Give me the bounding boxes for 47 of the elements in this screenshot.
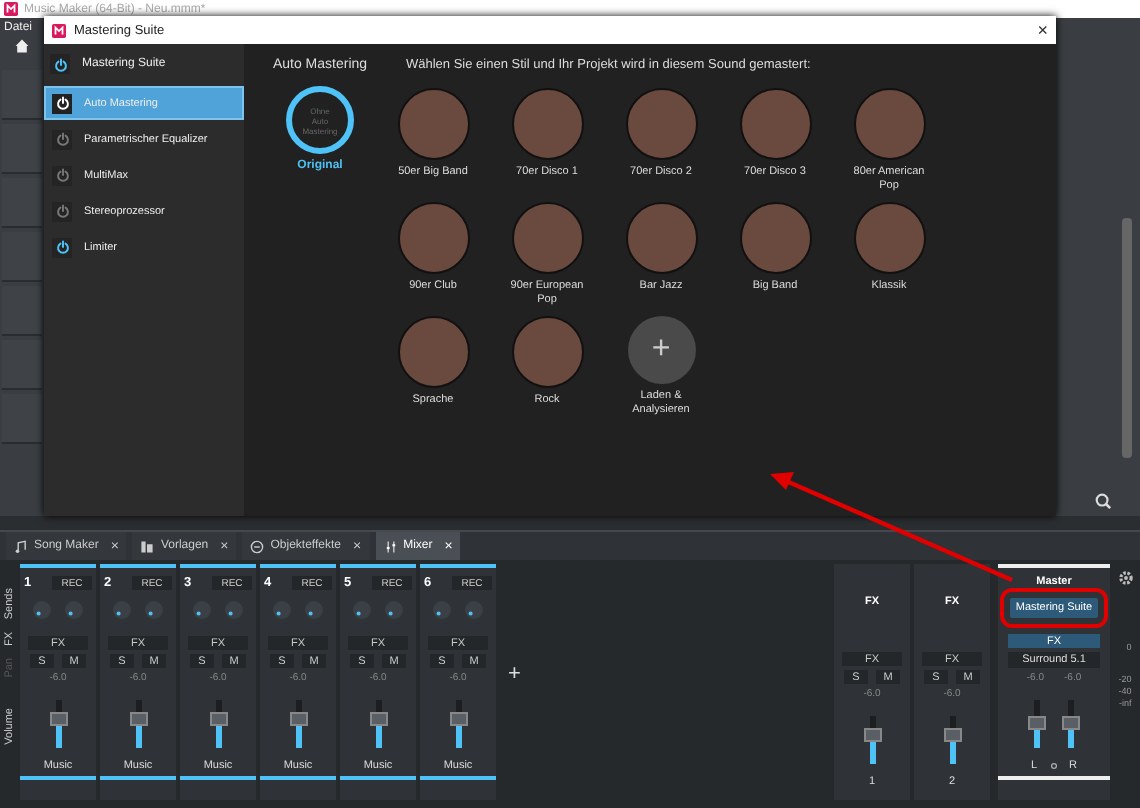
send-knob-icon[interactable] (384, 600, 404, 620)
photo-placeholder[interactable] (625, 88, 697, 160)
send-knob-icon[interactable] (144, 600, 164, 620)
photo-placeholder[interactable] (511, 316, 583, 388)
fader-handle[interactable] (49, 711, 67, 726)
photo-placeholder[interactable] (397, 316, 469, 388)
close-button[interactable]: × (1037, 20, 1048, 40)
send-knob-icon[interactable] (352, 600, 372, 620)
add-channel-button[interactable]: + (508, 662, 521, 686)
photo-placeholder[interactable] (853, 88, 925, 160)
send-knob-icon[interactable] (224, 600, 244, 620)
send-knob-icon[interactable] (304, 600, 324, 620)
fader-handle[interactable] (449, 711, 467, 726)
photo-placeholder[interactable] (511, 88, 583, 160)
tab-icon (250, 539, 265, 553)
photo-placeholder[interactable] (625, 202, 697, 274)
photo-placeholder[interactable] (739, 88, 811, 160)
tab-icon (140, 539, 155, 553)
fader-handle[interactable] (943, 727, 961, 742)
fader-handle[interactable] (209, 711, 227, 726)
photo-placeholder[interactable] (511, 202, 583, 274)
link-icon[interactable] (1049, 762, 1058, 770)
photo-placeholder[interactable] (397, 202, 469, 274)
fader-handle[interactable] (863, 727, 881, 742)
send-knob-icon[interactable] (112, 600, 132, 620)
tab-icon (383, 539, 398, 553)
tab-icon (14, 539, 28, 553)
add-preset-button[interactable]: + (627, 316, 695, 384)
search-icon[interactable] (1094, 492, 1112, 510)
send-knob-icon[interactable] (64, 600, 84, 620)
fader-handle[interactable] (289, 711, 307, 726)
scrollbar[interactable] (1122, 218, 1132, 458)
send-knob-icon[interactable] (192, 600, 212, 620)
fader-handle[interactable] (129, 711, 147, 726)
dialog-logo-icon (52, 23, 66, 37)
power-icon[interactable] (55, 240, 69, 254)
fader-handle[interactable] (369, 711, 387, 726)
send-knob-icon[interactable] (432, 600, 452, 620)
send-knob-icon[interactable] (464, 600, 484, 620)
photo-placeholder[interactable] (853, 202, 925, 274)
send-knob-icon[interactable] (32, 600, 52, 620)
photo-placeholder[interactable] (739, 202, 811, 274)
settings-icon[interactable] (1117, 570, 1133, 586)
power-icon[interactable] (53, 57, 67, 71)
photo-placeholder[interactable] (397, 88, 469, 160)
home-icon[interactable] (14, 38, 30, 54)
send-knob-icon[interactable] (272, 600, 292, 620)
